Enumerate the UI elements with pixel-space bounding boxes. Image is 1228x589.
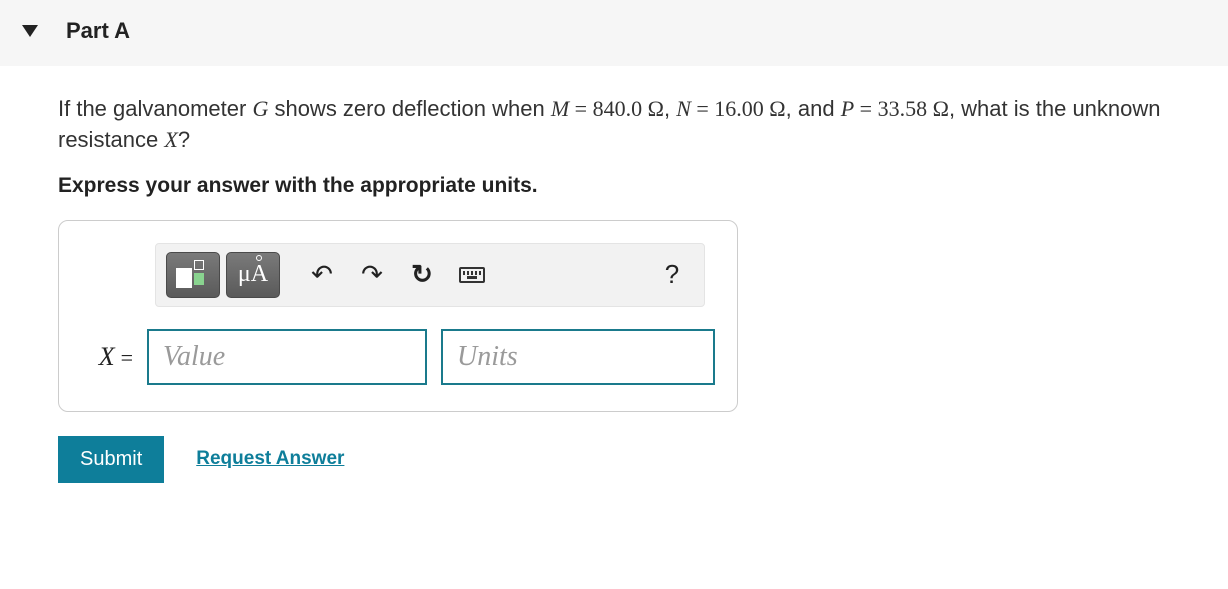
unit-ohm: Ω [933, 96, 949, 121]
val-M: = 840.0 [569, 96, 647, 121]
part-header[interactable]: Part A [0, 0, 1228, 66]
actions-row: Submit Request Answer [58, 436, 1180, 483]
unit-ohm: Ω [769, 96, 785, 121]
q-text: If the galvanometer [58, 96, 252, 121]
var-X: X [164, 127, 177, 152]
units-input[interactable] [441, 329, 715, 385]
var-P: P [841, 96, 854, 121]
submit-button[interactable]: Submit [58, 436, 164, 483]
undo-button[interactable]: ↶ [300, 254, 344, 296]
answer-variable: X [99, 342, 115, 372]
caret-down-icon [22, 25, 38, 37]
undo-icon: ↶ [311, 259, 333, 290]
var-G: G [252, 96, 268, 121]
answer-input-row: X = [81, 329, 715, 385]
mu-angstrom-icon: μA [238, 261, 268, 288]
answer-variable-label: X = [81, 342, 133, 372]
q-text: , and [786, 96, 841, 121]
templates-icon [176, 260, 210, 290]
keyboard-button[interactable] [450, 254, 494, 296]
reset-button[interactable]: ↻ [400, 254, 444, 296]
symbols-button[interactable]: μA [226, 252, 280, 298]
equals-sign: = [121, 345, 133, 371]
help-icon: ? [665, 259, 679, 290]
help-button[interactable]: ? [650, 254, 694, 296]
reset-icon: ↻ [411, 259, 433, 290]
keyboard-icon [459, 267, 485, 283]
val-P: = 33.58 [854, 96, 932, 121]
q-text: ? [178, 127, 190, 152]
val-N: = 16.00 [691, 96, 769, 121]
content-area: If the galvanometer G shows zero deflect… [0, 66, 1180, 511]
unit-ohm: Ω [648, 96, 664, 121]
request-answer-link[interactable]: Request Answer [196, 448, 344, 470]
q-text: shows zero deflection when [268, 96, 551, 121]
q-text: , [664, 96, 676, 121]
instruction-text: Express your answer with the appropriate… [58, 174, 1180, 198]
var-M: M [551, 96, 569, 121]
answer-box: μA ↶ ↷ ↻ ? X = [58, 220, 738, 412]
redo-button[interactable]: ↷ [350, 254, 394, 296]
templates-button[interactable] [166, 252, 220, 298]
question-text: If the galvanometer G shows zero deflect… [58, 94, 1180, 156]
value-input[interactable] [147, 329, 427, 385]
redo-icon: ↷ [361, 259, 383, 290]
var-N: N [676, 96, 691, 121]
answer-toolbar: μA ↶ ↷ ↻ ? [155, 243, 705, 307]
part-title: Part A [66, 18, 130, 44]
